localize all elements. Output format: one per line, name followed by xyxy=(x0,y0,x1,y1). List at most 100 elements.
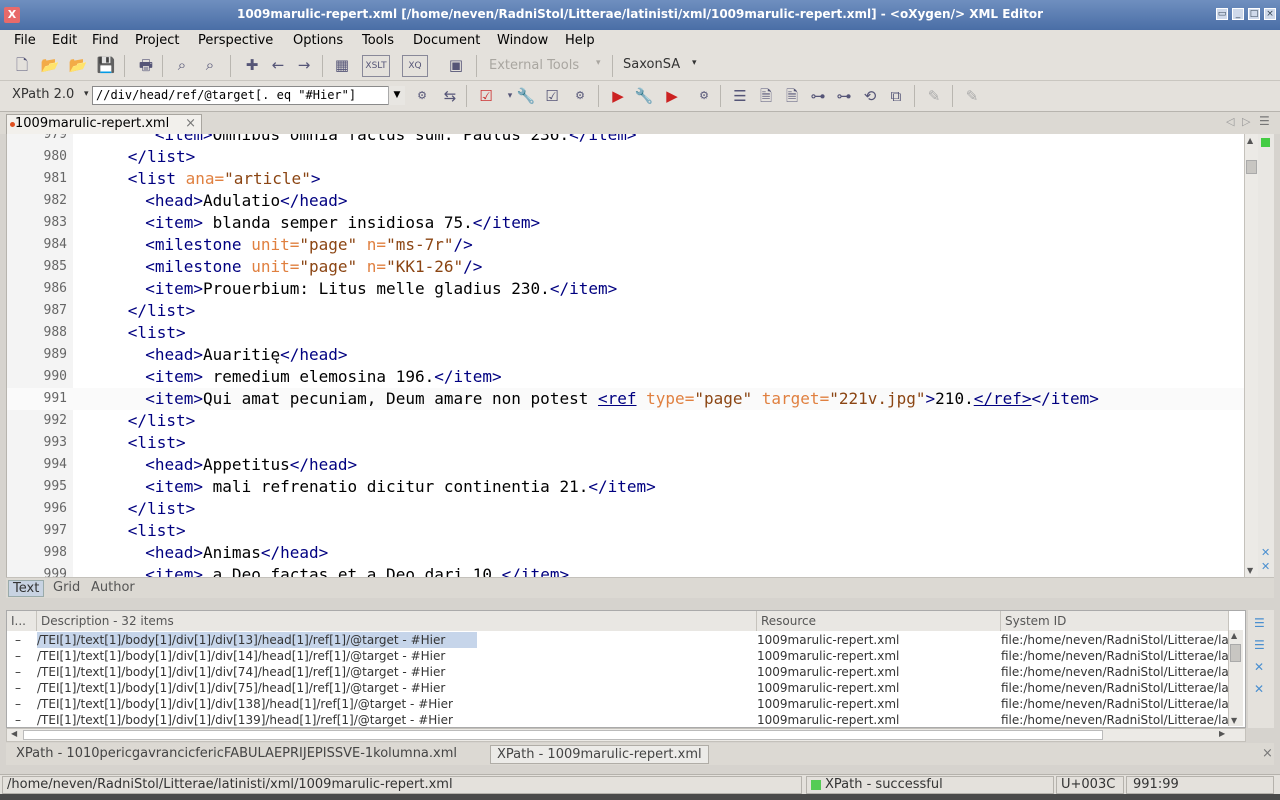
code-line[interactable]: 980 </list> xyxy=(7,146,1245,168)
scroll-down-icon[interactable]: ▼ xyxy=(1247,566,1257,575)
code-text[interactable]: </list> xyxy=(128,300,195,322)
wrench-icon[interactable]: 🔧 xyxy=(516,86,536,106)
chevron-down-icon[interactable]: ▾ xyxy=(692,58,697,68)
code-line[interactable]: 992 </list> xyxy=(7,410,1245,432)
code-line[interactable]: 996 </list> xyxy=(7,498,1245,520)
save-icon[interactable]: 💾 xyxy=(96,55,116,75)
column-header-icon[interactable]: I... xyxy=(7,611,37,631)
refresh-icon[interactable]: ⇆ xyxy=(440,86,460,106)
code-text[interactable]: <milestone unit="page" n="KK1-26"/> xyxy=(136,256,482,278)
tab-grid[interactable]: Grid xyxy=(53,580,80,595)
code-line[interactable]: 987 </list> xyxy=(7,300,1245,322)
tab-xpath-1010[interactable]: XPath - 1010pericgavrancicfericFABULAEPR… xyxy=(10,745,463,762)
code-text[interactable]: <head>Appetitus</head> xyxy=(136,454,357,476)
document-icon[interactable]: 🗎 xyxy=(782,86,802,106)
code-text[interactable]: <item> a Deo factas et a Deo dari 10.</i… xyxy=(136,564,569,577)
code-line[interactable]: 994 <head>Appetitus</head> xyxy=(7,454,1245,476)
collapse-icon[interactable]: ✕ xyxy=(1261,546,1270,559)
run-icon[interactable]: ▶ xyxy=(608,86,628,106)
scrollbar-thumb[interactable] xyxy=(1230,644,1241,662)
find-in-files-icon[interactable]: ⌕ xyxy=(200,55,220,75)
menu-file[interactable]: File xyxy=(14,33,36,48)
tab-text[interactable]: Text xyxy=(8,580,45,597)
editor-vertical-scrollbar[interactable]: ▲ ▼ xyxy=(1244,134,1259,577)
minimize-button[interactable]: _ xyxy=(1232,8,1244,20)
close-tab-icon[interactable]: × xyxy=(185,115,196,133)
menu-document[interactable]: Document xyxy=(413,33,480,48)
validate-icon[interactable]: ☑ xyxy=(476,86,496,106)
remove-icon[interactable]: ✕ xyxy=(1254,660,1264,674)
configure-icon[interactable]: ▣ xyxy=(446,55,466,75)
chevron-down-icon[interactable]: ▾ xyxy=(84,89,89,99)
code-text[interactable]: <list> xyxy=(128,520,186,542)
table-row[interactable]: – /TEI[1]/text[1]/body[1]/div[1]/div[139]… xyxy=(7,712,1245,728)
xpath-settings-icon[interactable]: ⚙ xyxy=(412,86,432,106)
list-icon[interactable]: ☰ xyxy=(1254,616,1265,630)
scrollbar-thumb[interactable] xyxy=(1246,160,1257,174)
menu-project[interactable]: Project xyxy=(135,33,179,48)
code-line[interactable]: 984 <milestone unit="page" n="ms-7r"/> xyxy=(7,234,1245,256)
code-line[interactable]: 993 <list> xyxy=(7,432,1245,454)
column-header-resource[interactable]: Resource xyxy=(757,611,1001,631)
code-text[interactable]: </list> xyxy=(128,146,195,168)
expand-icon[interactable]: ✕ xyxy=(1261,560,1270,573)
xpath-input[interactable]: //div/head/ref/@target[. eq "#Hier"] xyxy=(92,86,404,105)
list-icon[interactable]: ☰ xyxy=(1254,638,1265,652)
code-line[interactable]: 991 <item>Qui amat pecuniam, Deum amare … xyxy=(7,388,1245,410)
column-header-description[interactable]: Description - 32 items xyxy=(37,611,757,631)
code-text[interactable]: <head>Auaritię</head> xyxy=(136,344,347,366)
scroll-left-icon[interactable]: ◀ xyxy=(11,729,17,738)
editor-tab[interactable]: 1009marulic-repert.xml × xyxy=(6,114,202,134)
scroll-up-icon[interactable]: ▲ xyxy=(1231,631,1237,640)
forward-arrow-icon[interactable]: → xyxy=(294,55,314,75)
scroll-right-icon[interactable]: ▶ xyxy=(1219,729,1225,738)
code-line[interactable]: 988 <list> xyxy=(7,322,1245,344)
transformer-selector[interactable]: SaxonSA xyxy=(623,57,680,72)
code-line[interactable]: 999 <item> a Deo factas et a Deo dari 10… xyxy=(7,564,1245,577)
xpath-history-dropdown[interactable]: ▼ xyxy=(388,86,405,105)
code-line[interactable]: 979 <item>Omnibus omnia factus sum. Paul… xyxy=(7,134,1245,146)
table-row[interactable]: – /TEI[1]/text[1]/body[1]/div[1]/div[13]/… xyxy=(7,632,1245,648)
tab-author[interactable]: Author xyxy=(91,580,135,595)
code-text[interactable]: <item> remedium elemosina 196.</item> xyxy=(136,366,501,388)
code-line[interactable]: 982 <head>Adulatio</head> xyxy=(7,190,1245,212)
scroll-up-icon[interactable]: ▲ xyxy=(1247,136,1257,145)
open-url-icon[interactable]: 📂 xyxy=(68,55,88,75)
print-icon[interactable]: 🖶 xyxy=(136,55,156,75)
code-text[interactable]: <milestone unit="page" n="ms-7r"/> xyxy=(136,234,473,256)
code-line[interactable]: 983 <item> blanda semper insidiosa 75.</… xyxy=(7,212,1245,234)
menu-edit[interactable]: Edit xyxy=(52,33,77,48)
code-text[interactable]: <head>Adulatio</head> xyxy=(136,190,347,212)
settings-icon[interactable]: ⚙ xyxy=(570,86,590,106)
menu-find[interactable]: Find xyxy=(92,33,119,48)
code-text[interactable]: <list> xyxy=(128,432,186,454)
export-icon[interactable]: ⧉ xyxy=(886,86,906,106)
maximize-button[interactable]: □ xyxy=(1248,8,1260,20)
tab-xpath-1009[interactable]: XPath - 1009marulic-repert.xml xyxy=(490,745,709,764)
code-text[interactable]: </list> xyxy=(128,498,195,520)
menu-window[interactable]: Window xyxy=(497,33,548,48)
shade-button[interactable]: ▭ xyxy=(1216,8,1228,20)
code-text[interactable]: <list> xyxy=(128,322,186,344)
code-line[interactable]: 981 <list ana="article"> xyxy=(7,168,1245,190)
tag-icon[interactable]: ✎ xyxy=(962,86,982,106)
remove-all-icon[interactable]: ✕ xyxy=(1254,682,1264,696)
code-text[interactable]: <head>Animas</head> xyxy=(136,542,328,564)
menu-options[interactable]: Options xyxy=(293,33,343,48)
table-row[interactable]: – /TEI[1]/text[1]/body[1]/div[1]/div[14]/… xyxy=(7,648,1245,664)
code-text[interactable]: <item> blanda semper insidiosa 75.</item… xyxy=(136,212,540,234)
menu-perspective[interactable]: Perspective xyxy=(198,33,273,48)
chevron-right-icon[interactable]: ▷ xyxy=(1242,115,1250,128)
document-icon[interactable]: 🗎 xyxy=(756,86,776,106)
tab-list-icon[interactable]: ☰ xyxy=(1259,114,1270,128)
xml-editor[interactable]: 979 <item>Omnibus omnia factus sum. Paul… xyxy=(6,134,1245,577)
format-indent-icon[interactable]: ☰ xyxy=(730,86,750,106)
code-line[interactable]: 997 <list> xyxy=(7,520,1245,542)
grid-icon[interactable]: ▦ xyxy=(332,55,352,75)
menu-help[interactable]: Help xyxy=(565,33,595,48)
debug-icon[interactable]: 🔧 xyxy=(634,86,654,106)
new-file-icon[interactable]: 🗋 xyxy=(12,55,32,75)
code-line[interactable]: 985 <milestone unit="page" n="KK1-26"/> xyxy=(7,256,1245,278)
table-row[interactable]: – /TEI[1]/text[1]/body[1]/div[1]/div[138]… xyxy=(7,696,1245,712)
close-panel-icon[interactable]: × xyxy=(1256,745,1279,762)
